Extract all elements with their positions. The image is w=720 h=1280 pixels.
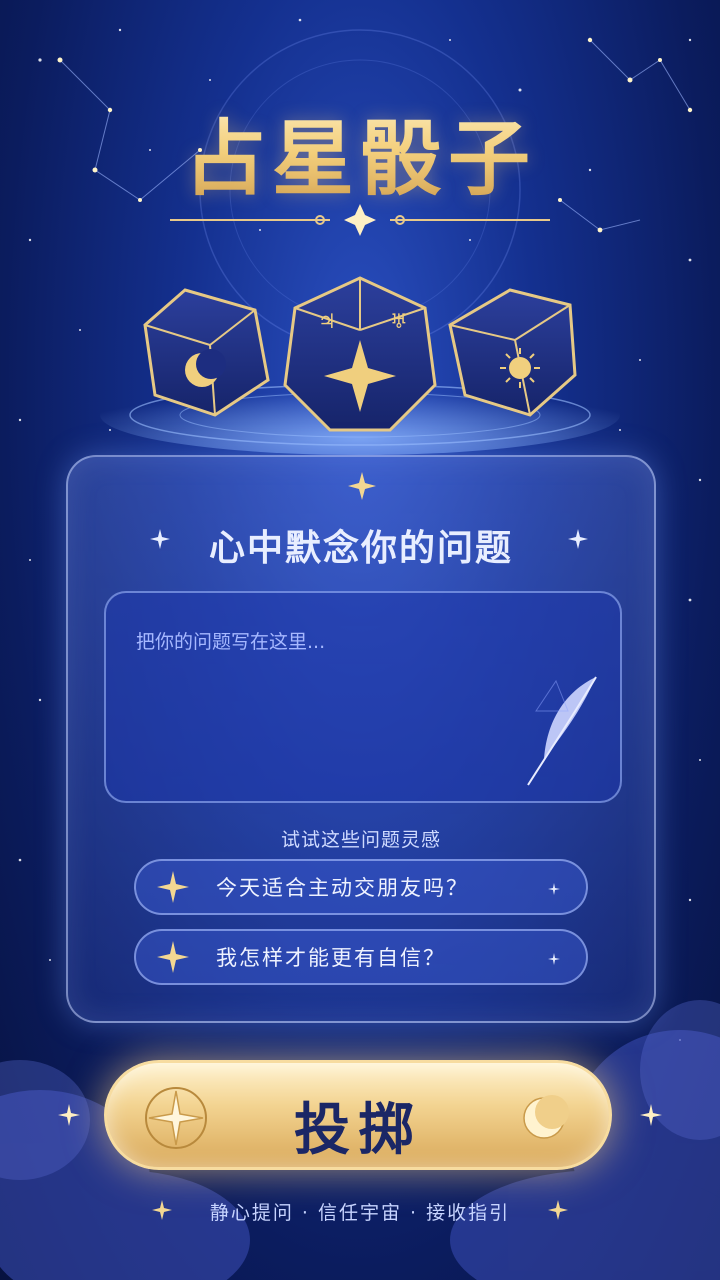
title-container: 占星骰子 <box>0 92 720 211</box>
sparkle-icon <box>157 871 189 903</box>
inspiration-label: 试试这些问题灵感 <box>280 829 441 851</box>
footer-motto: 静心提问 · 信任宇宙 · 接收指引 <box>209 1202 511 1224</box>
question-panel: 心中默念你的问题 试试这些问题灵感 今天适合主动交朋友吗？ 我怎样才能更有自信？ <box>66 455 656 1023</box>
panel-heading: 心中默念你的问题 <box>208 528 513 569</box>
moon-icon <box>523 1095 569 1139</box>
dice-display: ♃ ♅ <box>100 276 620 455</box>
suggestion-text: 今天适合主动交朋友吗？ <box>216 876 469 900</box>
feather-quill-icon <box>527 676 597 786</box>
app-title: 占星骰子 <box>0 92 720 211</box>
suggestion-chip[interactable]: 我怎样才能更有自信？ <box>134 929 588 985</box>
die-compass-star: ♃ ♅ <box>283 276 437 432</box>
title-divider-ornament <box>170 204 550 236</box>
sparkle-icon <box>568 529 588 549</box>
suggestion-chip[interactable]: 今天适合主动交朋友吗？ <box>134 859 588 915</box>
sparkle-icon <box>157 941 189 973</box>
sun-icon <box>500 348 540 388</box>
sparkle-icon <box>548 883 560 895</box>
roll-button[interactable]: 投掷 <box>104 1060 612 1170</box>
sparkle-icon <box>548 953 560 965</box>
sparkle-icon <box>548 1200 568 1220</box>
suggestion-text: 我怎样才能更有自信？ <box>216 946 446 970</box>
question-input[interactable] <box>136 627 556 657</box>
sparkle-icon <box>348 472 376 500</box>
svg-text:♃: ♃ <box>318 309 336 333</box>
question-textarea-box[interactable] <box>104 591 622 803</box>
sparkle-icon <box>58 1104 80 1126</box>
sparkle-icon <box>640 1104 662 1126</box>
svg-text:♅: ♅ <box>390 309 408 333</box>
